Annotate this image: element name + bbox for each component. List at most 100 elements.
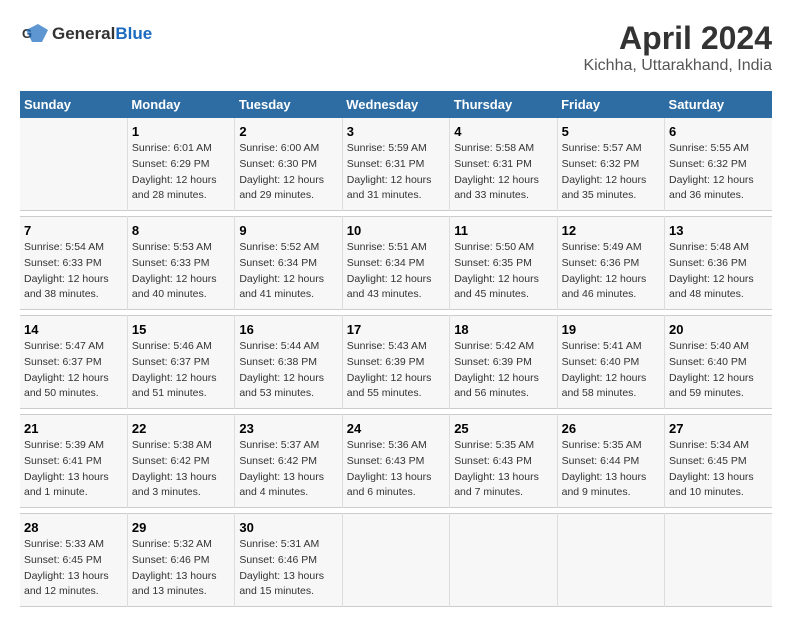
calendar-cell: 19 Sunrise: 5:41 AM Sunset: 6:40 PM Dayli… bbox=[557, 316, 664, 409]
day-number: 21 bbox=[24, 421, 123, 436]
calendar-cell: 24Sunrise: 5:36 AM Sunset: 6:43 PM Dayli… bbox=[342, 415, 449, 508]
day-info: Sunrise: 6:01 AM Sunset: 6:29 PM Dayligh… bbox=[132, 141, 230, 204]
calendar-cell: 1 Sunrise: 6:01 AM Sunset: 6:29 PM Daylig… bbox=[127, 118, 234, 211]
day-info: Sunrise: 5:58 AM Sunset: 6:31 PM Dayligh… bbox=[454, 141, 552, 204]
calendar-cell: 15 Sunrise: 5:46 AM Sunset: 6:37 PM Dayli… bbox=[127, 316, 234, 409]
subtitle: Kichha, Uttarakhand, India bbox=[583, 57, 772, 75]
column-header-monday: Monday bbox=[127, 91, 234, 118]
day-number: 3 bbox=[347, 124, 445, 139]
day-info: Sunrise: 5:35 AM Sunset: 6:44 PM Dayligh… bbox=[562, 438, 660, 501]
day-number: 9 bbox=[239, 223, 337, 238]
day-info: Sunrise: 5:46 AM Sunset: 6:37 PM Dayligh… bbox=[132, 339, 230, 402]
day-number: 30 bbox=[239, 520, 337, 535]
day-number: 25 bbox=[454, 421, 552, 436]
calendar-cell: 29Sunrise: 5:32 AM Sunset: 6:46 PM Dayli… bbox=[127, 514, 234, 607]
calendar-header-row: SundayMondayTuesdayWednesdayThursdayFrid… bbox=[20, 91, 772, 118]
calendar-cell: 3 Sunrise: 5:59 AM Sunset: 6:31 PM Daylig… bbox=[342, 118, 449, 211]
logo-blue-text: Blue bbox=[115, 24, 152, 43]
calendar-cell: 10 Sunrise: 5:51 AM Sunset: 6:34 PM Dayli… bbox=[342, 217, 449, 310]
day-number: 22 bbox=[132, 421, 230, 436]
day-number: 23 bbox=[239, 421, 337, 436]
calendar-week-row: 28 Sunrise: 5:33 AM Sunset: 6:45 PM Dayli… bbox=[20, 514, 772, 607]
day-number: 7 bbox=[24, 223, 123, 238]
calendar-cell: 21Sunrise: 5:39 AM Sunset: 6:41 PM Dayli… bbox=[20, 415, 127, 508]
calendar-cell: 20Sunrise: 5:40 AM Sunset: 6:40 PM Dayli… bbox=[665, 316, 772, 409]
day-info: Sunrise: 5:49 AM Sunset: 6:36 PM Dayligh… bbox=[562, 240, 660, 303]
calendar-cell bbox=[20, 118, 127, 211]
day-number: 10 bbox=[347, 223, 445, 238]
day-number: 26 bbox=[562, 421, 660, 436]
calendar-cell: 30Sunrise: 5:31 AM Sunset: 6:46 PM Dayli… bbox=[235, 514, 342, 607]
day-info: Sunrise: 5:33 AM Sunset: 6:45 PM Dayligh… bbox=[24, 537, 123, 600]
day-number: 19 bbox=[562, 322, 660, 337]
day-info: Sunrise: 5:51 AM Sunset: 6:34 PM Dayligh… bbox=[347, 240, 445, 303]
day-info: Sunrise: 6:00 AM Sunset: 6:30 PM Dayligh… bbox=[239, 141, 337, 204]
calendar-cell: 25 Sunrise: 5:35 AM Sunset: 6:43 PM Dayli… bbox=[450, 415, 557, 508]
day-number: 20 bbox=[669, 322, 768, 337]
calendar-week-row: 14 Sunrise: 5:47 AM Sunset: 6:37 PM Dayli… bbox=[20, 316, 772, 409]
calendar-cell bbox=[557, 514, 664, 607]
column-header-friday: Friday bbox=[557, 91, 664, 118]
main-title: April 2024 bbox=[583, 20, 772, 57]
day-number: 11 bbox=[454, 223, 552, 238]
logo-general-text: General bbox=[52, 24, 115, 43]
day-info: Sunrise: 5:41 AM Sunset: 6:40 PM Dayligh… bbox=[562, 339, 660, 402]
day-number: 18 bbox=[454, 322, 552, 337]
calendar-cell: 2 Sunrise: 6:00 AM Sunset: 6:30 PM Daylig… bbox=[235, 118, 342, 211]
calendar-week-row: 21Sunrise: 5:39 AM Sunset: 6:41 PM Dayli… bbox=[20, 415, 772, 508]
calendar-cell: 5Sunrise: 5:57 AM Sunset: 6:32 PM Daylig… bbox=[557, 118, 664, 211]
day-number: 15 bbox=[132, 322, 230, 337]
calendar-cell bbox=[342, 514, 449, 607]
day-number: 14 bbox=[24, 322, 123, 337]
day-info: Sunrise: 5:35 AM Sunset: 6:43 PM Dayligh… bbox=[454, 438, 552, 501]
calendar-cell: 9Sunrise: 5:52 AM Sunset: 6:34 PM Daylig… bbox=[235, 217, 342, 310]
day-number: 13 bbox=[669, 223, 768, 238]
day-number: 28 bbox=[24, 520, 123, 535]
day-info: Sunrise: 5:55 AM Sunset: 6:32 PM Dayligh… bbox=[669, 141, 768, 204]
day-number: 1 bbox=[132, 124, 230, 139]
calendar-table: SundayMondayTuesdayWednesdayThursdayFrid… bbox=[20, 91, 772, 607]
day-info: Sunrise: 5:42 AM Sunset: 6:39 PM Dayligh… bbox=[454, 339, 552, 402]
logo: G GeneralBlue bbox=[20, 20, 152, 48]
column-header-wednesday: Wednesday bbox=[342, 91, 449, 118]
calendar-cell: 28 Sunrise: 5:33 AM Sunset: 6:45 PM Dayli… bbox=[20, 514, 127, 607]
calendar-cell: 17Sunrise: 5:43 AM Sunset: 6:39 PM Dayli… bbox=[342, 316, 449, 409]
day-info: Sunrise: 5:53 AM Sunset: 6:33 PM Dayligh… bbox=[132, 240, 230, 303]
day-number: 17 bbox=[347, 322, 445, 337]
day-number: 29 bbox=[132, 520, 230, 535]
day-info: Sunrise: 5:47 AM Sunset: 6:37 PM Dayligh… bbox=[24, 339, 123, 402]
day-number: 12 bbox=[562, 223, 660, 238]
day-number: 4 bbox=[454, 124, 552, 139]
calendar-cell bbox=[665, 514, 772, 607]
calendar-cell: 22 Sunrise: 5:38 AM Sunset: 6:42 PM Dayli… bbox=[127, 415, 234, 508]
day-number: 6 bbox=[669, 124, 768, 139]
column-header-tuesday: Tuesday bbox=[235, 91, 342, 118]
calendar-cell: 23 Sunrise: 5:37 AM Sunset: 6:42 PM Dayli… bbox=[235, 415, 342, 508]
calendar-cell: 12 Sunrise: 5:49 AM Sunset: 6:36 PM Dayli… bbox=[557, 217, 664, 310]
calendar-cell: 8Sunrise: 5:53 AM Sunset: 6:33 PM Daylig… bbox=[127, 217, 234, 310]
day-info: Sunrise: 5:50 AM Sunset: 6:35 PM Dayligh… bbox=[454, 240, 552, 303]
day-number: 2 bbox=[239, 124, 337, 139]
calendar-cell: 16Sunrise: 5:44 AM Sunset: 6:38 PM Dayli… bbox=[235, 316, 342, 409]
calendar-cell: 7 Sunrise: 5:54 AM Sunset: 6:33 PM Daylig… bbox=[20, 217, 127, 310]
day-info: Sunrise: 5:38 AM Sunset: 6:42 PM Dayligh… bbox=[132, 438, 230, 501]
generalblue-logo-icon: G bbox=[20, 20, 48, 48]
calendar-cell: 26 Sunrise: 5:35 AM Sunset: 6:44 PM Dayli… bbox=[557, 415, 664, 508]
day-info: Sunrise: 5:54 AM Sunset: 6:33 PM Dayligh… bbox=[24, 240, 123, 303]
calendar-cell bbox=[450, 514, 557, 607]
day-info: Sunrise: 5:37 AM Sunset: 6:42 PM Dayligh… bbox=[239, 438, 337, 501]
day-info: Sunrise: 5:48 AM Sunset: 6:36 PM Dayligh… bbox=[669, 240, 768, 303]
day-info: Sunrise: 5:59 AM Sunset: 6:31 PM Dayligh… bbox=[347, 141, 445, 204]
calendar-cell: 14 Sunrise: 5:47 AM Sunset: 6:37 PM Dayli… bbox=[20, 316, 127, 409]
day-info: Sunrise: 5:34 AM Sunset: 6:45 PM Dayligh… bbox=[669, 438, 768, 501]
title-area: April 2024 Kichha, Uttarakhand, India bbox=[583, 20, 772, 75]
calendar-cell: 18 Sunrise: 5:42 AM Sunset: 6:39 PM Dayli… bbox=[450, 316, 557, 409]
day-number: 16 bbox=[239, 322, 337, 337]
calendar-cell: 27 Sunrise: 5:34 AM Sunset: 6:45 PM Dayli… bbox=[665, 415, 772, 508]
calendar-cell: 11 Sunrise: 5:50 AM Sunset: 6:35 PM Dayli… bbox=[450, 217, 557, 310]
day-number: 27 bbox=[669, 421, 768, 436]
calendar-week-row: 1 Sunrise: 6:01 AM Sunset: 6:29 PM Daylig… bbox=[20, 118, 772, 211]
calendar-cell: 4 Sunrise: 5:58 AM Sunset: 6:31 PM Daylig… bbox=[450, 118, 557, 211]
day-info: Sunrise: 5:57 AM Sunset: 6:32 PM Dayligh… bbox=[562, 141, 660, 204]
calendar-cell: 13 Sunrise: 5:48 AM Sunset: 6:36 PM Dayli… bbox=[665, 217, 772, 310]
